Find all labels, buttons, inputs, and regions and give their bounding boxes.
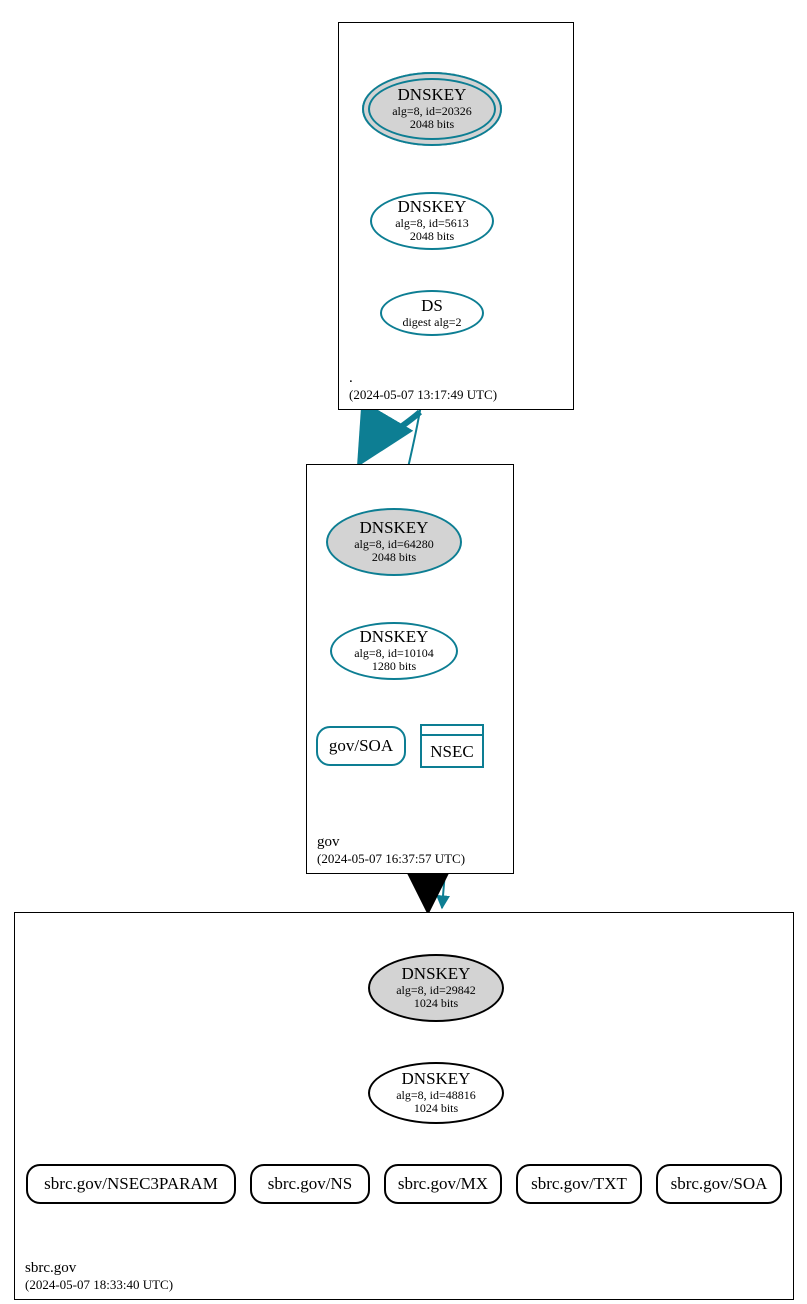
gov-zsk-dnskey: DNSKEY alg=8, id=10104 1280 bits <box>330 622 458 680</box>
sbrc-ns-rrset: sbrc.gov/NS <box>250 1164 370 1204</box>
node-line3: 1280 bits <box>372 660 416 673</box>
root-ds: DS digest alg=2 <box>380 290 484 336</box>
root-zsk-dnskey: DNSKEY alg=8, id=5613 2048 bits <box>370 192 494 250</box>
sbrc-zsk-dnskey: DNSKEY alg=8, id=48816 1024 bits <box>368 1062 504 1124</box>
node-title: DNSKEY <box>402 965 471 984</box>
sbrc-txt-rrset: sbrc.gov/TXT <box>516 1164 642 1204</box>
record-label: sbrc.gov/MX <box>398 1175 488 1194</box>
node-title: DNSKEY <box>360 519 429 538</box>
nsec-label: NSEC <box>422 742 482 762</box>
record-label: gov/SOA <box>329 737 393 756</box>
zone-sbrc-timestamp: (2024-05-07 18:33:40 UTC) <box>25 1277 173 1293</box>
sbrc-mx-rrset: sbrc.gov/MX <box>384 1164 502 1204</box>
record-label: sbrc.gov/NSEC3PARAM <box>44 1175 218 1194</box>
sbrc-nsec3param-rrset: sbrc.gov/NSEC3PARAM <box>26 1164 236 1204</box>
gov-soa-rrset: gov/SOA <box>316 726 406 766</box>
node-line2: digest alg=2 <box>402 316 461 329</box>
node-line3: 2048 bits <box>410 118 454 131</box>
record-label: sbrc.gov/SOA <box>671 1175 768 1194</box>
sbrc-ksk-dnskey: DNSKEY alg=8, id=29842 1024 bits <box>368 954 504 1022</box>
zone-sbrc-name: sbrc.gov <box>25 1260 173 1277</box>
zone-gov-name: gov <box>317 834 465 851</box>
node-title: DNSKEY <box>398 198 467 217</box>
sbrc-soa-rrset: sbrc.gov/SOA <box>656 1164 782 1204</box>
node-line3: 2048 bits <box>410 230 454 243</box>
record-label: sbrc.gov/NS <box>268 1175 353 1194</box>
gov-nsec: NSEC <box>420 724 484 768</box>
zone-root-timestamp: (2024-05-07 13:17:49 UTC) <box>349 387 497 403</box>
gov-ksk-dnskey: DNSKEY alg=8, id=64280 2048 bits <box>326 508 462 576</box>
zone-root-name: . <box>349 370 497 387</box>
record-label: sbrc.gov/TXT <box>531 1175 627 1194</box>
node-line3: 2048 bits <box>372 551 416 564</box>
root-ksk-dnskey: DNSKEY alg=8, id=20326 2048 bits <box>362 72 502 146</box>
node-title: DNSKEY <box>360 628 429 647</box>
node-line3: 1024 bits <box>414 997 458 1010</box>
node-title: DNSKEY <box>398 86 467 105</box>
zone-gov-timestamp: (2024-05-07 16:37:57 UTC) <box>317 851 465 867</box>
node-line3: 1024 bits <box>414 1102 458 1115</box>
node-title: DNSKEY <box>402 1070 471 1089</box>
node-title: DS <box>421 297 443 316</box>
